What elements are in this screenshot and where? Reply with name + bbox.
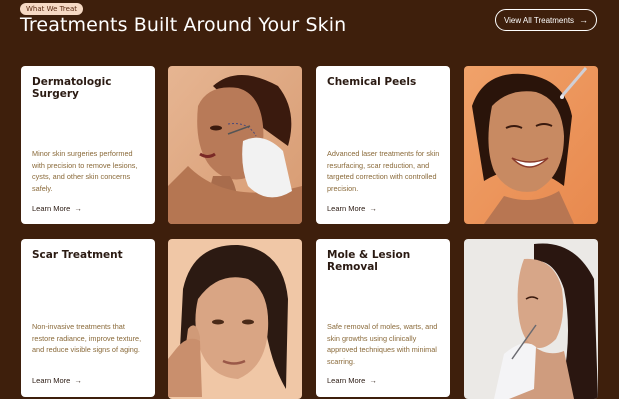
learn-more-label: Learn More (327, 204, 366, 213)
card-description: Non-invasive treatments that restore rad… (32, 322, 142, 354)
treatment-photo-peels (464, 66, 598, 224)
learn-more-link[interactable]: Learn More → (32, 376, 82, 385)
view-all-treatments-button[interactable]: View All Treatments → (495, 9, 597, 31)
treatment-photo-surgery (168, 66, 302, 224)
treatment-card-mole-lesion-removal[interactable]: Mole & Lesion Removal Safe removal of mo… (316, 239, 450, 397)
treatment-card-chemical-peels[interactable]: Chemical Peels Advanced laser treatments… (316, 66, 450, 224)
arrow-right-icon: → (74, 204, 82, 213)
arrow-right-icon: → (369, 376, 377, 385)
card-description: Minor skin surgeries performed with prec… (32, 149, 138, 193)
learn-more-label: Learn More (327, 376, 366, 385)
card-title: Mole & Lesion Removal (327, 249, 411, 273)
arrow-right-icon: → (579, 15, 589, 25)
learn-more-link[interactable]: Learn More → (327, 376, 377, 385)
card-description: Advanced laser treatments for skin resur… (327, 149, 440, 193)
treatment-card-dermatologic-surgery[interactable]: Dermatologic Surgery Minor skin surgerie… (21, 66, 155, 224)
treatment-photo-mole (464, 239, 598, 399)
card-title: Chemical Peels (327, 76, 417, 88)
card-title: Dermatologic Surgery (32, 76, 112, 100)
learn-more-link[interactable]: Learn More → (327, 204, 377, 213)
learn-more-label: Learn More (32, 376, 71, 385)
view-all-label: View All Treatments (503, 15, 575, 25)
section-title: Treatments Built Around Your Skin (20, 14, 347, 36)
card-description: Safe removal of moles, warts, and skin g… (327, 322, 438, 366)
treatment-card-scar-treatment[interactable]: Scar Treatment Non-invasive treatments t… (21, 239, 155, 397)
learn-more-label: Learn More (32, 204, 71, 213)
learn-more-link[interactable]: Learn More → (32, 204, 82, 213)
treatment-photo-scar (168, 239, 302, 399)
card-title: Scar Treatment (32, 249, 123, 261)
arrow-right-icon: → (74, 376, 82, 385)
arrow-right-icon: → (369, 204, 377, 213)
